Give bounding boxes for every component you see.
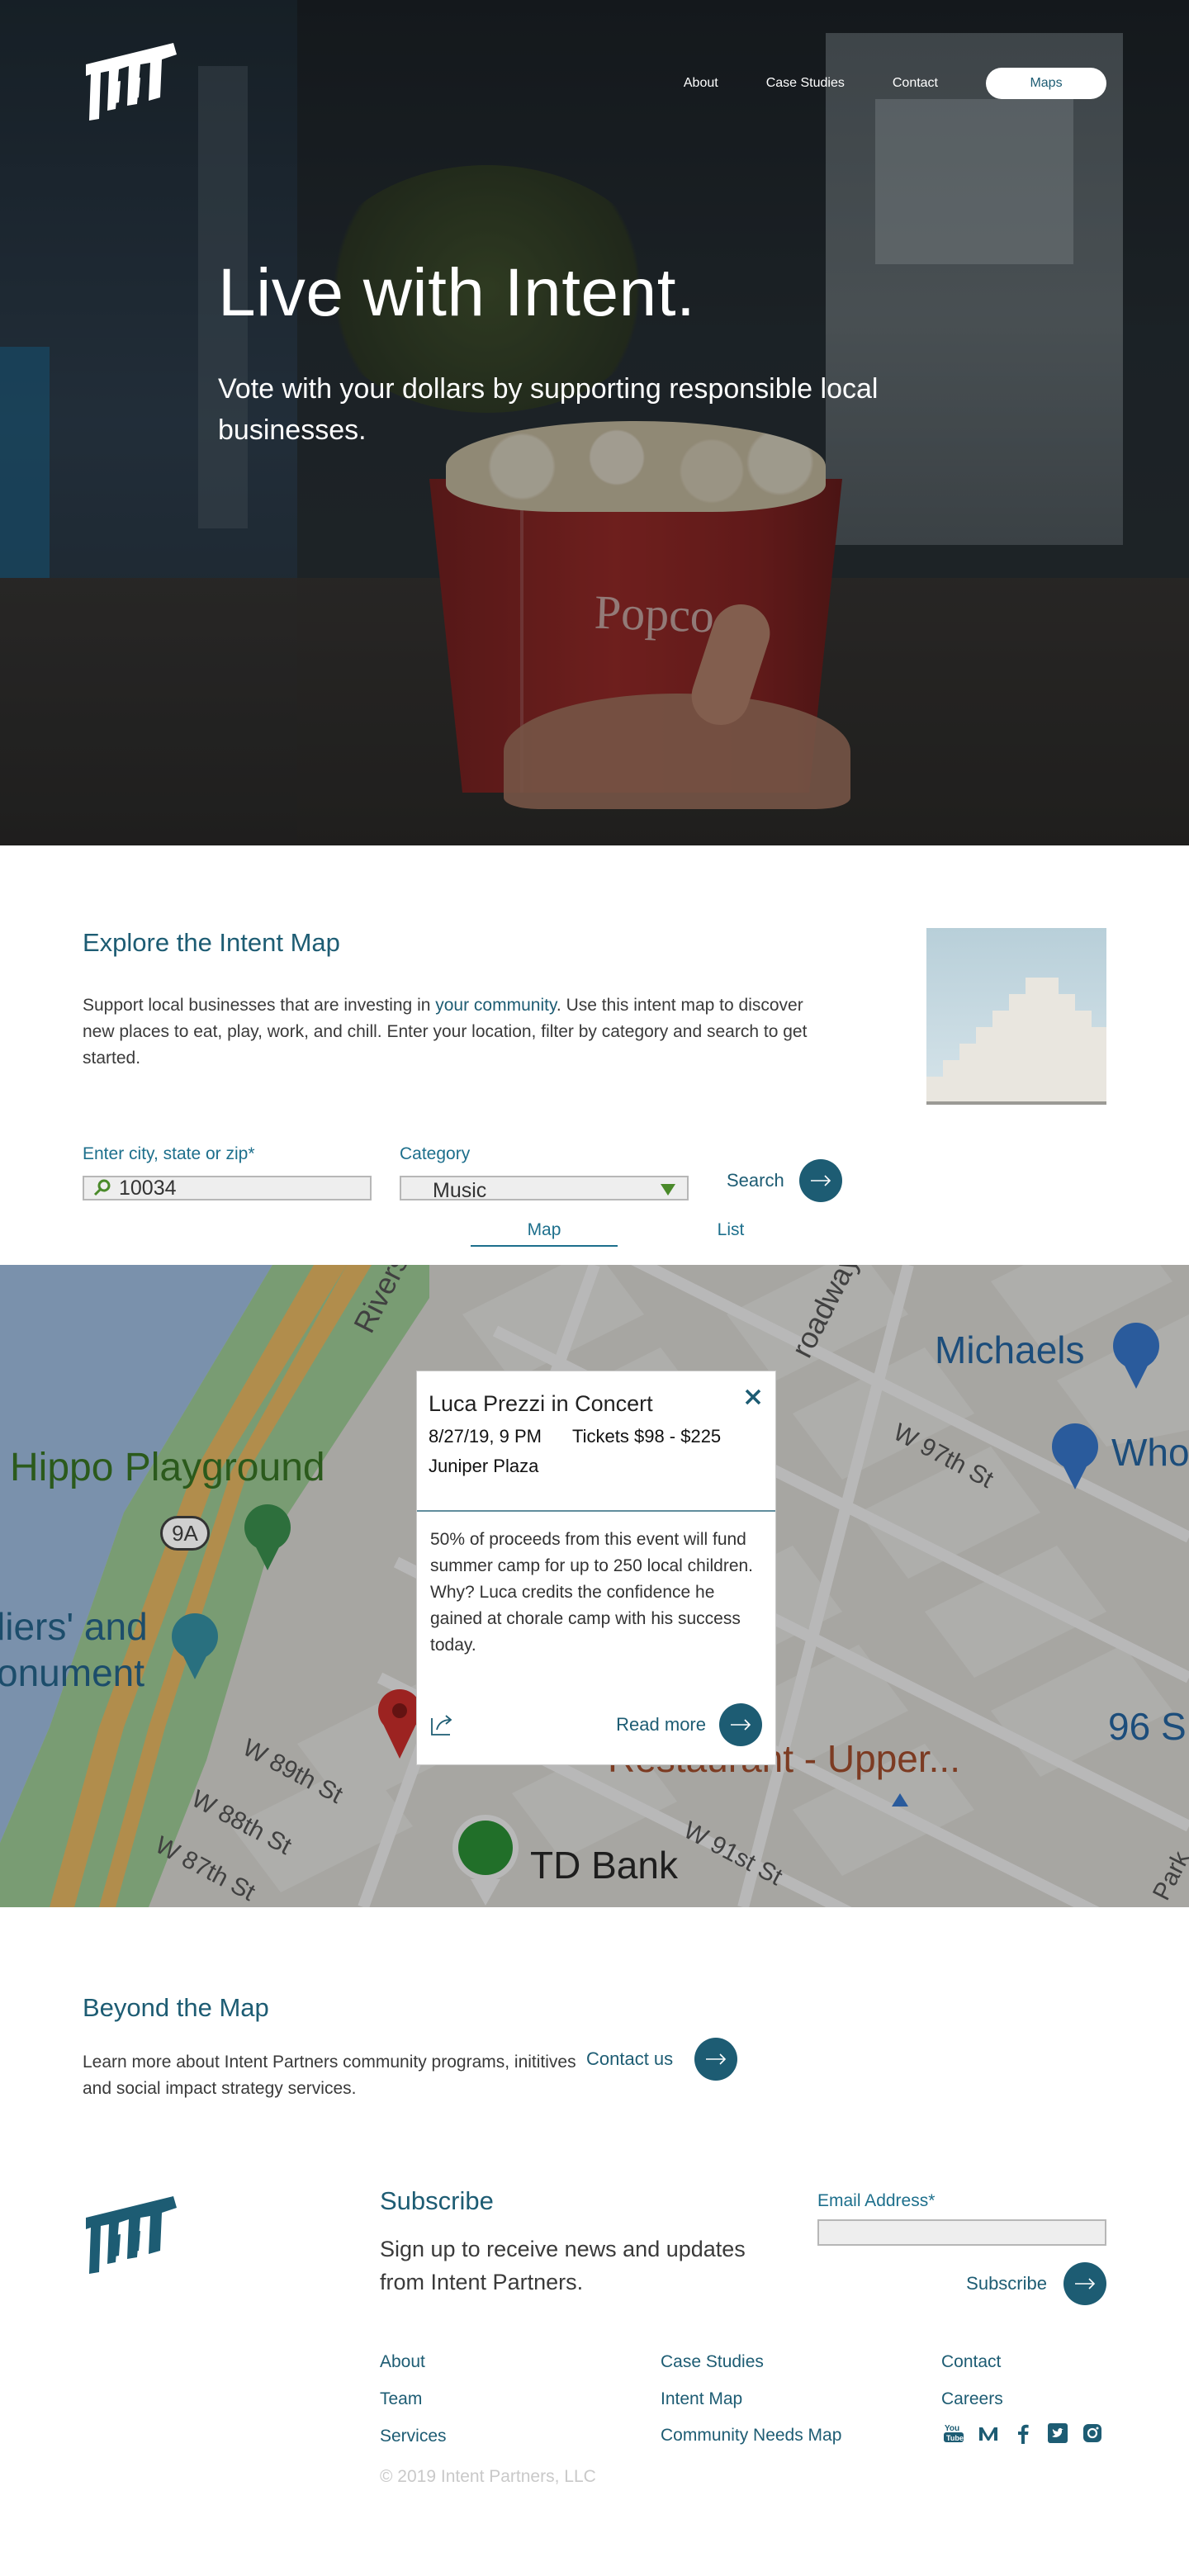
- intent-logo[interactable]: [83, 40, 182, 122]
- footer-link-intent-map[interactable]: Intent Map: [661, 2380, 842, 2417]
- svg-text:You: You: [945, 2424, 959, 2433]
- view-tabs: Map List: [471, 1220, 784, 1247]
- map-label-michaels: Michaels: [935, 1328, 1085, 1371]
- read-more-button[interactable]: Read more: [616, 1703, 762, 1746]
- copyright: © 2019 Intent Partners, LLC: [380, 2467, 596, 2486]
- close-icon[interactable]: [742, 1386, 764, 1408]
- event-venue: Juniper Plaza: [429, 1456, 539, 1476]
- nav-about[interactable]: About: [684, 76, 718, 91]
- hero-section: Popco About Case Studies Contact Maps Li…: [0, 0, 1189, 845]
- footer-links-column-1: About Team Services: [380, 2343, 447, 2455]
- beyond-description: Learn more about Intent Partners communi…: [83, 2053, 576, 2098]
- event-tickets: Tickets $98 - $225: [572, 1426, 722, 1447]
- subscribe-description: Sign up to receive news and updates from…: [380, 2237, 746, 2294]
- popup-divider: [417, 1510, 775, 1512]
- explore-title: Explore the Intent Map: [83, 928, 340, 957]
- category-select-value: Music: [433, 1179, 487, 1202]
- twitter-icon[interactable]: [1047, 2422, 1068, 2444]
- footer-link-case-studies[interactable]: Case Studies: [661, 2343, 842, 2380]
- map-label-96: 96 S: [1108, 1705, 1187, 1748]
- explore-description: Support local businesses that are invest…: [83, 992, 826, 1072]
- explore-text-start: Support local businesses that are invest…: [83, 996, 436, 1015]
- footer-links-column-2: Case Studies Intent Map Community Needs …: [661, 2343, 842, 2449]
- route-shield-9a: 9A: [160, 1516, 210, 1551]
- contact-us-label: Contact us: [586, 2048, 674, 2069]
- your-community-link[interactable]: your community: [435, 996, 557, 1015]
- nav-case-studies[interactable]: Case Studies: [766, 76, 845, 91]
- subscribe-button[interactable]: Subscribe: [966, 2262, 1106, 2305]
- facebook-icon[interactable]: [1012, 2422, 1034, 2444]
- nav-maps-button[interactable]: Maps: [986, 68, 1106, 99]
- arrow-right-icon: [694, 2038, 738, 2081]
- event-datetime: 8/27/19, 9 PM: [429, 1426, 542, 1447]
- map-label-td-bank: TD Bank: [530, 1844, 678, 1887]
- footer-intent-logo[interactable]: [83, 2193, 182, 2275]
- subscribe-title: Subscribe: [380, 2186, 494, 2215]
- footer-links-column-3: Contact Careers: [941, 2343, 1003, 2417]
- map-label-monument: liers' and onument: [0, 1603, 148, 1696]
- arrow-right-icon: [798, 1159, 842, 1202]
- footer-link-contact[interactable]: Contact: [941, 2343, 1003, 2380]
- social-links: You Tube: [943, 2422, 1103, 2444]
- share-icon[interactable]: [429, 1712, 455, 1738]
- read-more-label: Read more: [616, 1714, 706, 1735]
- building-photo: [926, 928, 1106, 1105]
- main-nav: About Case Studies Contact Maps: [684, 68, 1106, 99]
- event-description: 50% of proceeds from this event will fun…: [430, 1530, 754, 1655]
- tab-list[interactable]: List: [677, 1220, 784, 1240]
- footer-link-community-needs-map[interactable]: Community Needs Map: [661, 2422, 842, 2449]
- hero-subtitle: Vote with your dollars by supporting res…: [218, 373, 879, 446]
- beyond-title: Beyond the Map: [83, 1993, 269, 2022]
- intent-logo-mark: [86, 43, 177, 121]
- hero-title: Live with Intent.: [218, 255, 696, 330]
- event-title: Luca Prezzi in Concert: [429, 1391, 653, 1416]
- nav-contact[interactable]: Contact: [893, 76, 938, 91]
- youtube-icon[interactable]: You Tube: [943, 2422, 964, 2444]
- dropdown-arrow-icon: [661, 1184, 675, 1196]
- arrow-right-icon: [719, 1703, 762, 1746]
- email-input[interactable]: [817, 2219, 1106, 2246]
- email-label: Email Address*: [817, 2191, 936, 2210]
- footer-link-services[interactable]: Services: [380, 2417, 447, 2455]
- search-button-label: Search: [727, 1170, 784, 1191]
- location-label: Enter city, state or zip*: [83, 1144, 255, 1163]
- event-popup: Luca Prezzi in Concert 8/27/19, 9 PM Tic…: [416, 1371, 776, 1765]
- svg-text:Tube: Tube: [946, 2434, 964, 2442]
- map-label-hippo-playground: Hippo Playground: [10, 1446, 325, 1489]
- arrow-right-icon: [1063, 2262, 1106, 2305]
- footer-link-team[interactable]: Team: [380, 2380, 447, 2417]
- subscribe-button-label: Subscribe: [966, 2273, 1047, 2294]
- category-select[interactable]: Music: [400, 1176, 689, 1202]
- contact-us-button[interactable]: Contact us: [586, 2038, 738, 2081]
- category-label: Category: [400, 1144, 471, 1163]
- intent-logo-mark: [86, 2196, 177, 2274]
- map-label-monument-line1: liers' and: [0, 1605, 148, 1648]
- footer-link-about[interactable]: About: [380, 2343, 447, 2380]
- medium-icon[interactable]: [978, 2422, 999, 2444]
- search-button[interactable]: Search: [727, 1159, 842, 1202]
- search-icon: [93, 1179, 111, 1196]
- tab-map[interactable]: Map: [471, 1220, 618, 1247]
- instagram-icon[interactable]: [1082, 2422, 1103, 2444]
- map-label-who: Who: [1111, 1431, 1189, 1474]
- footer-link-careers[interactable]: Careers: [941, 2380, 1003, 2417]
- location-input-value: 10034: [119, 1176, 177, 1200]
- map-label-monument-line2: onument: [0, 1651, 145, 1694]
- location-input[interactable]: 10034: [83, 1176, 372, 1200]
